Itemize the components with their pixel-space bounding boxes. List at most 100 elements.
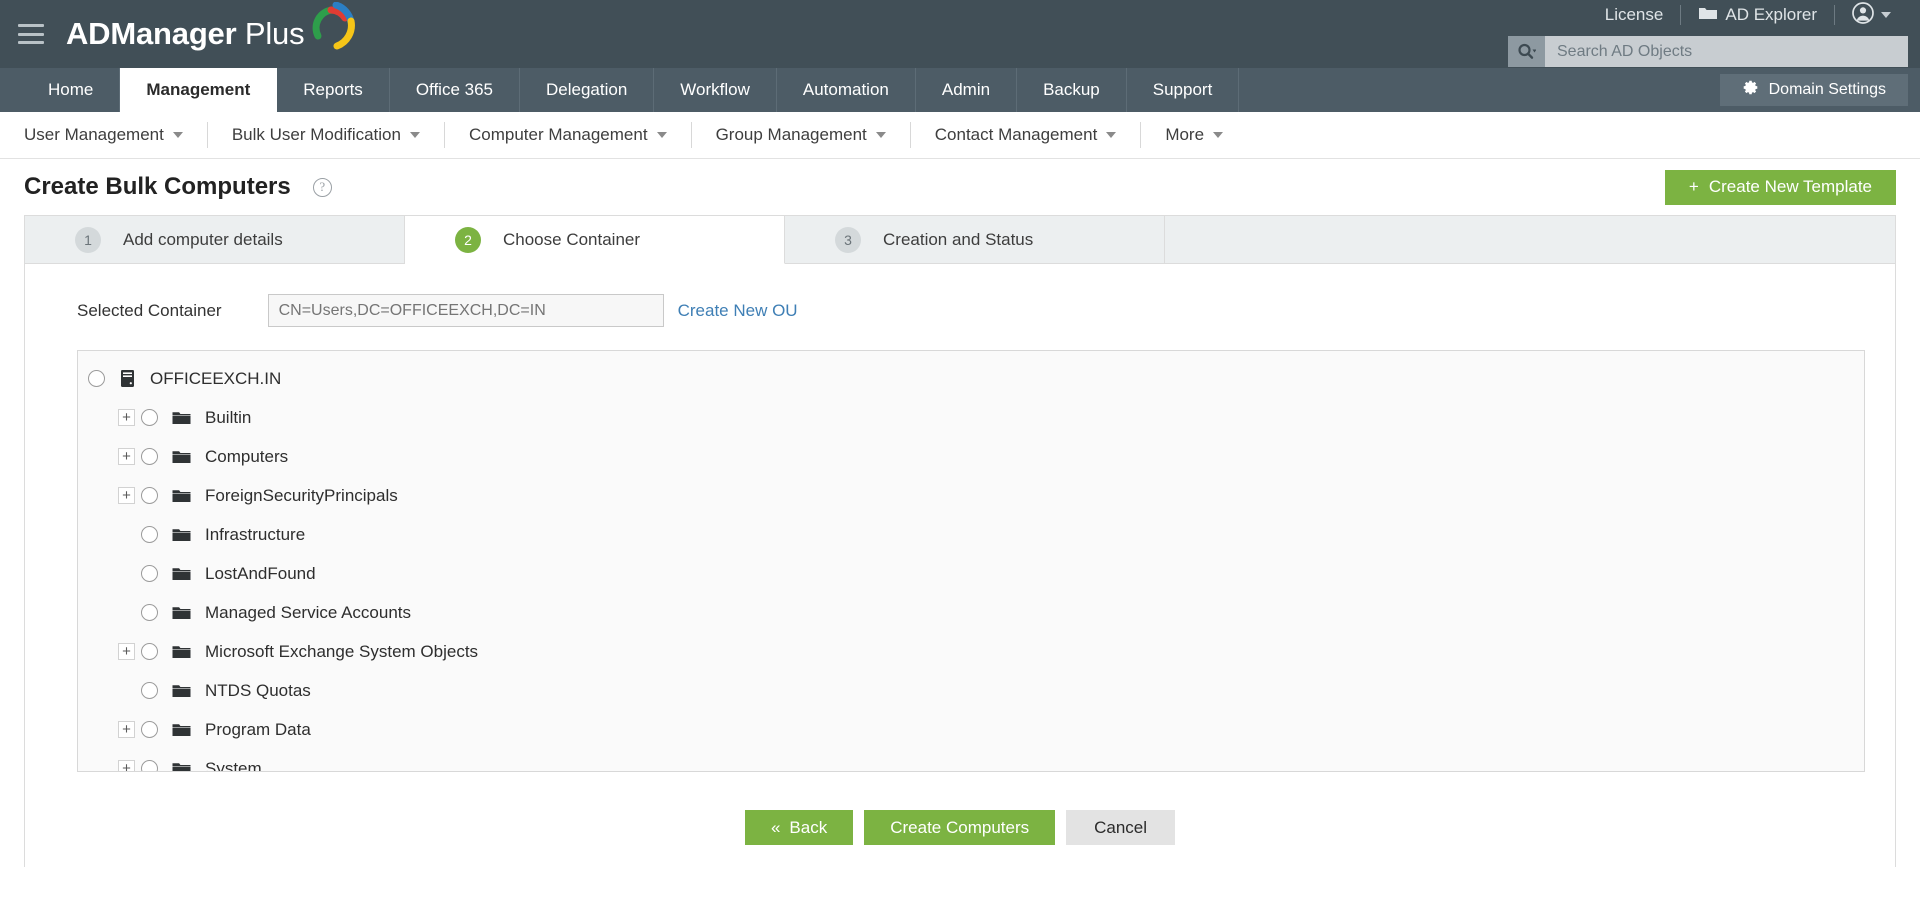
nav-tab-home[interactable]: Home	[22, 68, 121, 112]
expand-icon[interactable]: +	[118, 760, 135, 771]
folder-icon	[172, 644, 191, 659]
create-new-template-button[interactable]: + Create New Template	[1664, 169, 1896, 205]
folder-icon	[172, 683, 191, 698]
expand-icon[interactable]: +	[118, 409, 135, 426]
user-account-menu[interactable]	[1835, 1, 1908, 29]
tree-node-label: NTDS Quotas	[205, 680, 311, 700]
step-number: 2	[455, 226, 481, 253]
nav-tab-office-365[interactable]: Office 365	[390, 68, 520, 112]
wizard-step-creation-and-status[interactable]: 3 Creation and Status	[785, 216, 1165, 263]
nav-tab-support[interactable]: Support	[1127, 68, 1240, 112]
expand-icon[interactable]: +	[118, 487, 135, 504]
domain-settings-label: Domain Settings	[1768, 81, 1886, 98]
user-account-icon	[1852, 1, 1874, 29]
nav-left-spacer	[0, 68, 22, 112]
step-number: 3	[835, 226, 861, 253]
tree-node-managed-service-accounts[interactable]: Managed Service Accounts	[78, 593, 1864, 632]
page-header: Create Bulk Computers ? + Create New Tem…	[0, 159, 1920, 215]
search-input[interactable]	[1545, 36, 1908, 67]
tree-node-root[interactable]: OFFICEEXCH.IN	[78, 359, 1864, 398]
subnav-label: Computer Management	[468, 125, 648, 144]
chevron-down-icon	[1881, 12, 1891, 18]
tree-node-foreignsecurityprincipals[interactable]: + ForeignSecurityPrincipals	[78, 476, 1864, 515]
tree-radio[interactable]	[88, 370, 105, 387]
create-computers-button[interactable]: Create Computers	[864, 810, 1056, 845]
app-brand: ADManager Plus	[66, 0, 356, 68]
gear-icon	[1742, 79, 1759, 101]
selected-container-input[interactable]	[267, 294, 664, 327]
cancel-button[interactable]: Cancel	[1066, 810, 1176, 845]
tree-node-computers[interactable]: + Computers	[78, 437, 1864, 476]
tree-radio[interactable]	[141, 565, 158, 582]
create-new-ou-link[interactable]: Create New OU	[678, 301, 798, 321]
container-tree[interactable]: OFFICEEXCH.IN + Builtin + Computers + Fo…	[77, 350, 1865, 772]
tree-node-label: ForeignSecurityPrincipals	[205, 485, 398, 505]
nav-tab-delegation[interactable]: Delegation	[520, 68, 655, 112]
double-chevron-left-icon: «	[770, 817, 781, 837]
app-title-light: Plus	[236, 16, 305, 51]
selected-container-row: Selected Container Create New OU	[25, 264, 1895, 327]
hamburger-menu-icon[interactable]	[18, 24, 44, 44]
subnav-bulk-user-modification[interactable]: Bulk User Modification	[208, 122, 445, 148]
nav-tab-admin[interactable]: Admin	[916, 68, 1018, 112]
folder-icon	[172, 488, 191, 503]
folder-icon	[172, 722, 191, 737]
nav-tab-automation[interactable]: Automation	[777, 68, 916, 112]
expand-icon[interactable]: +	[118, 448, 135, 465]
tree-radio[interactable]	[141, 604, 158, 621]
tree-node-builtin[interactable]: + Builtin	[78, 398, 1864, 437]
tree-radio[interactable]	[141, 721, 158, 738]
nav-tab-backup[interactable]: Backup	[1017, 68, 1127, 112]
tree-node-system[interactable]: + System	[78, 749, 1864, 772]
tree-node-label: Builtin	[205, 407, 252, 427]
tree-node-microsoft-exchange-system-objects[interactable]: + Microsoft Exchange System Objects	[78, 632, 1864, 671]
subnav-computer-management[interactable]: Computer Management	[445, 122, 692, 148]
subnav-more[interactable]: More	[1141, 122, 1247, 148]
wizard-step-add-computer-details[interactable]: 1 Add computer details	[25, 216, 405, 263]
tree-node-label: LostAndFound	[205, 563, 316, 583]
help-icon[interactable]: ?	[312, 177, 332, 197]
tree-radio[interactable]	[141, 487, 158, 504]
create-new-template-label: Create New Template	[1708, 177, 1872, 196]
tree-radio[interactable]	[141, 448, 158, 465]
subnav-contact-management[interactable]: Contact Management	[911, 122, 1142, 148]
tree-node-label: System	[205, 758, 262, 772]
subnav-label: Bulk User Modification	[231, 125, 401, 144]
chevron-down-icon	[656, 132, 667, 138]
tree-node-infrastructure[interactable]: Infrastructure	[78, 515, 1864, 554]
folder-icon	[172, 410, 191, 425]
expand-icon[interactable]: +	[118, 721, 135, 738]
expand-icon-placeholder	[118, 565, 135, 582]
folder-icon	[172, 566, 191, 581]
domain-settings-button[interactable]: Domain Settings	[1719, 74, 1908, 106]
nav-tab-reports[interactable]: Reports	[277, 68, 390, 112]
tree-node-program-data[interactable]: + Program Data	[78, 710, 1864, 749]
search-bar	[1508, 36, 1908, 67]
expand-icon-placeholder	[118, 526, 135, 543]
wizard-step-choose-container[interactable]: 2 Choose Container	[405, 216, 785, 264]
subnav-user-management[interactable]: User Management	[24, 122, 208, 148]
tree-radio[interactable]	[141, 682, 158, 699]
tree-radio[interactable]	[141, 643, 158, 660]
expand-icon[interactable]: +	[118, 643, 135, 660]
back-button[interactable]: « Back	[744, 810, 854, 845]
back-label: Back	[789, 817, 828, 837]
page-title: Create Bulk Computers	[24, 173, 291, 200]
tree-node-label: Managed Service Accounts	[205, 602, 412, 622]
wizard-steps: 1 Add computer details 2 Choose Containe…	[25, 216, 1895, 264]
nav-tab-management[interactable]: Management	[120, 68, 278, 112]
search-icon[interactable]	[1508, 36, 1545, 67]
subnav-group-management[interactable]: Group Management	[692, 122, 911, 148]
tree-radio[interactable]	[141, 526, 158, 543]
folder-icon	[1698, 5, 1718, 26]
folder-icon	[172, 527, 191, 542]
tree-node-ntds-quotas[interactable]: NTDS Quotas	[78, 671, 1864, 710]
tree-radio[interactable]	[141, 409, 158, 426]
tree-radio[interactable]	[141, 760, 158, 771]
nav-tab-workflow[interactable]: Workflow	[654, 68, 777, 112]
ad-explorer-link[interactable]: AD Explorer	[1681, 5, 1834, 26]
steps-filler	[1165, 216, 1895, 263]
form-actions: « Back Create Computers Cancel	[25, 810, 1895, 845]
tree-node-lostandfound[interactable]: LostAndFound	[78, 554, 1864, 593]
license-link[interactable]: License	[1588, 5, 1681, 25]
